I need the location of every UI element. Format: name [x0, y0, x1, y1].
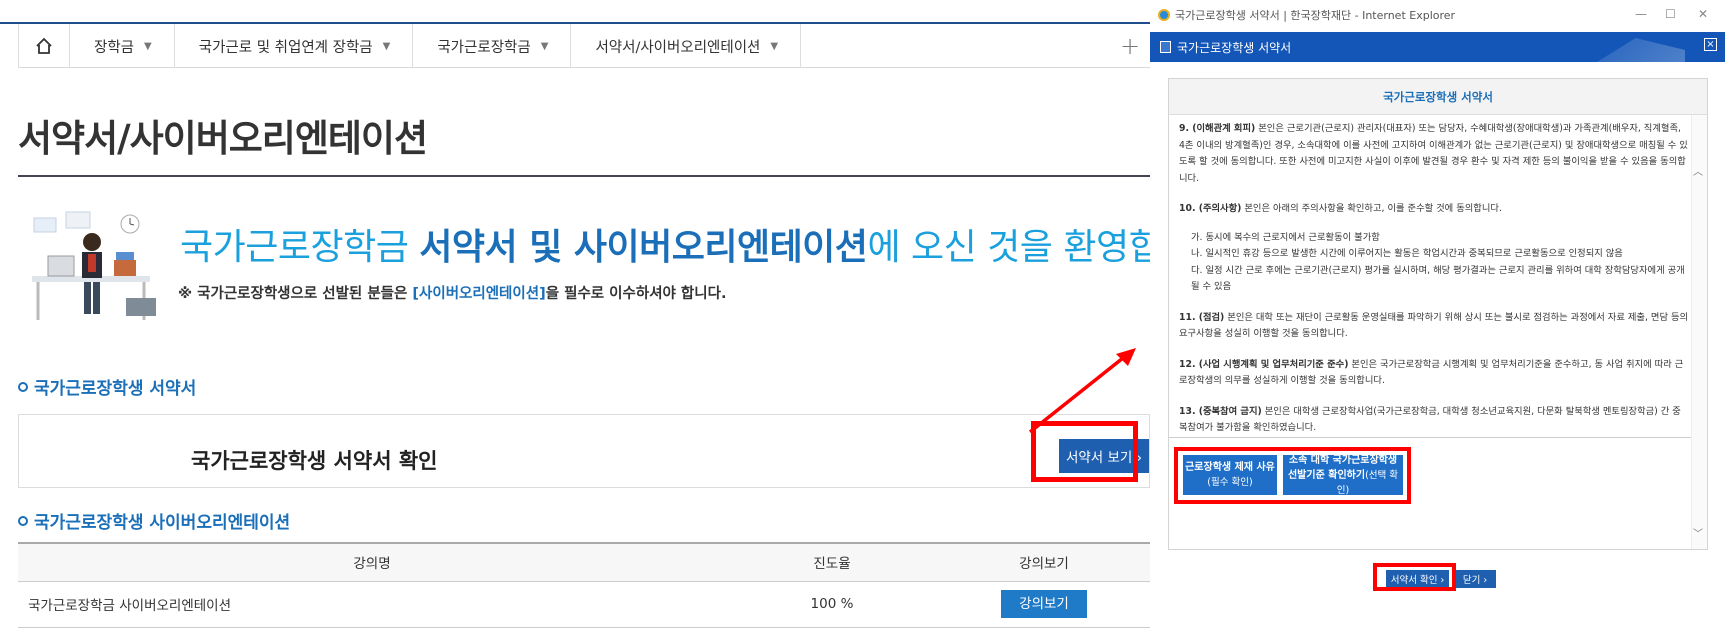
pledge-document[interactable]: 국가근로장학생 서약서 9. (이해관계 회피) 본인은 근로기관(근로지) 관… — [1168, 78, 1708, 550]
maximize-icon[interactable]: ☐ — [1665, 7, 1676, 21]
column-header: 강의보기 — [938, 542, 1150, 582]
popup-header-title: 국가근로장학생 서약서 — [1177, 40, 1292, 55]
clause-item: 10. (주의사항) 본인은 아래의 주의사항을 확인하고, 이를 준수할 것에… — [1179, 201, 1689, 296]
highlight-box — [1174, 447, 1411, 504]
highlight-box — [1373, 563, 1456, 591]
nav-item-national-work[interactable]: 국가근로장학금 ▼ — [413, 24, 572, 68]
nav-item-work-employment[interactable]: 국가근로 및 취업연계 장학금 ▼ — [175, 24, 414, 68]
scroll-up-icon[interactable]: ︿ — [1693, 163, 1703, 178]
close-button[interactable]: 닫기 › — [1454, 570, 1496, 588]
clause-number: 10. (주의사항) — [1179, 203, 1242, 214]
home-icon — [36, 37, 52, 54]
column-header: 진도율 — [726, 542, 938, 582]
note-suffix: 을 필수로 이수하셔야 합니다. — [545, 286, 727, 302]
orientation-section-title: 국가근로장학생 사이버오리엔테이션 — [18, 508, 290, 533]
clause-item: 11. (점검) 본인은 대학 또는 재단이 근로활동 운영실태를 파악하기 위… — [1179, 310, 1689, 343]
scrollbar[interactable] — [1691, 115, 1707, 549]
clause-item: 12. (사업 시행계획 및 업무처리기준 준수) 본인은 국가근로장학금 시행… — [1179, 357, 1689, 390]
nav-item-label: 국가근로장학금 — [437, 39, 531, 56]
header-decoration — [1597, 38, 1685, 62]
column-header: 강의명 — [18, 542, 726, 582]
caret-down-icon: ▼ — [144, 40, 152, 52]
nav-item-pledge-orientation[interactable]: 서약서/사이버오리엔테이션 ▼ — [571, 24, 802, 68]
nav-item-scholarship[interactable]: 장학금 ▼ — [70, 24, 175, 68]
minimize-icon[interactable]: — — [1635, 7, 1647, 21]
document-title: 국가근로장학생 서약서 — [1169, 79, 1707, 115]
popup-header: 국가근로장학생 서약서 × — [1150, 32, 1725, 62]
close-icon[interactable]: × — [1704, 38, 1717, 51]
sub-item: 나. 일시적인 휴강 등으로 발생한 시간에 이루어지는 활동은 학업시간과 중… — [1191, 248, 1623, 259]
clause-number: 13. (중복참여 금지) — [1179, 405, 1262, 417]
content-divider — [1169, 437, 1691, 438]
scroll-down-icon[interactable]: ﹀ — [1693, 525, 1703, 540]
clause-number: 9. (이해관계 회피) — [1179, 123, 1256, 134]
ie-logo-icon — [1158, 9, 1170, 21]
note-prefix: ※ 국가근로장학생으로 선발된 분들은 — [178, 286, 413, 302]
document-icon — [1160, 41, 1171, 53]
ie-titlebar: 국가근로장학생 서약서 | 한국장학재단 - Internet Explorer… — [1150, 0, 1725, 30]
window-close-icon[interactable]: ✕ — [1698, 7, 1708, 21]
clause-item: 13. (중복참여 금지) 본인은 대학생 근로장학사업(국가근로장학금, 대학… — [1179, 404, 1689, 437]
caret-down-icon: ▼ — [770, 40, 779, 52]
clause-text: 본인은 아래의 주의사항을 확인하고, 이를 준수할 것에 동의합니다. — [1241, 203, 1502, 214]
bullet-ring-icon — [18, 515, 28, 526]
lecture-progress: 100 % — [726, 581, 938, 628]
clause-sub-list: 가. 동시에 복수의 근로지에서 근로활동이 불가함 나. 일시적인 휴강 등으… — [1179, 230, 1689, 296]
pledge-section-title: 국가근로장학생 서약서 — [18, 374, 196, 399]
table-header-row: 강의명 진도율 강의보기 — [18, 542, 1150, 582]
clause-list: 9. (이해관계 회피) 본인은 근로기관(근로지) 관리자(대표자) 또는 담… — [1179, 121, 1689, 437]
breadcrumb-nav: 장학금 ▼ 국가근로 및 취업연계 장학금 ▼ 국가근로장학금 ▼ 서약서/사이… — [18, 24, 1150, 68]
red-arrow-annotation — [1028, 348, 1136, 434]
pledge-label: 국가근로장학생 서약서 확인 — [191, 449, 438, 473]
clause-text: 본인은 근로기관(근로지) 관리자(대표자) 또는 담당자, 수혜대학생(장애대… — [1179, 123, 1688, 184]
table-row: 국가근로장학금 사이버오리엔테이션 100 % 강의보기 — [18, 581, 1150, 628]
pledge-box: 국가근로장학생 서약서 확인 서약서 보기 › — [18, 414, 1150, 488]
home-button[interactable] — [18, 24, 70, 68]
view-lecture-button[interactable]: 강의보기 — [1001, 590, 1087, 618]
caret-down-icon: ▼ — [382, 40, 391, 52]
nav-item-label: 서약서/사이버오리엔테이션 — [595, 39, 761, 56]
nav-item-label: 국가근로 및 취업연계 장학금 — [198, 39, 373, 56]
plus-icon[interactable]: + — [1110, 24, 1150, 68]
welcome-note: ※ 국가근로장학생으로 선발된 분들은 [사이버오리엔테이션]을 필수로 이수하… — [178, 282, 726, 303]
welcome-bold: 서약서 및 사이버오리엔테이션 — [419, 227, 868, 268]
window-title: 국가근로장학생 서약서 | 한국장학재단 - Internet Explorer — [1175, 9, 1456, 22]
bullet-ring-icon — [18, 381, 28, 392]
clause-item: 9. (이해관계 회피) 본인은 근로기관(근로지) 관리자(대표자) 또는 담… — [1179, 121, 1689, 187]
clause-text: 본인은 대학 또는 재단이 근로활동 운영실태를 파악하기 위해 상시 또는 불… — [1179, 311, 1689, 340]
sub-item: 다. 일정 시간 근로 후에는 근로기관(근로지) 평가를 실시하며, 해당 평… — [1191, 264, 1685, 293]
welcome-prefix: 국가근로장학금 — [180, 227, 420, 268]
title-divider — [18, 175, 1150, 177]
section-title-text: 국가근로장학생 서약서 — [34, 379, 197, 399]
caret-down-icon: ▼ — [540, 40, 549, 52]
note-highlight: [사이버오리엔테이션] — [412, 286, 546, 302]
welcome-heading: 국가근로장학금 서약서 및 사이버오리엔테이션에 오신 것을 환영합니다 — [180, 218, 1227, 270]
clause-number: 11. (점검) — [1179, 311, 1225, 323]
student-desk-illustration — [32, 211, 156, 320]
nav-item-label: 장학금 — [94, 39, 135, 56]
section-title-text: 국가근로장학생 사이버오리엔테이션 — [34, 513, 291, 533]
lecture-name: 국가근로장학금 사이버오리엔테이션 — [18, 581, 726, 628]
clause-number: 12. (사업 시행계획 및 업무처리기준 준수) — [1179, 358, 1349, 370]
sub-item: 가. 동시에 복수의 근로지에서 근로활동이 불가함 — [1191, 231, 1380, 243]
lecture-table: 강의명 진도율 강의보기 국가근로장학금 사이버오리엔테이션 100 % 강의보… — [18, 542, 1150, 628]
ie-popup-window: 국가근로장학생 서약서 | 한국장학재단 - Internet Explorer… — [1150, 0, 1725, 632]
main-page: 장학금 ▼ 국가근로 및 취업연계 장학금 ▼ 국가근로장학금 ▼ 서약서/사이… — [0, 0, 1227, 632]
page-title: 서약서/사이버오리엔테이션 — [18, 117, 428, 160]
